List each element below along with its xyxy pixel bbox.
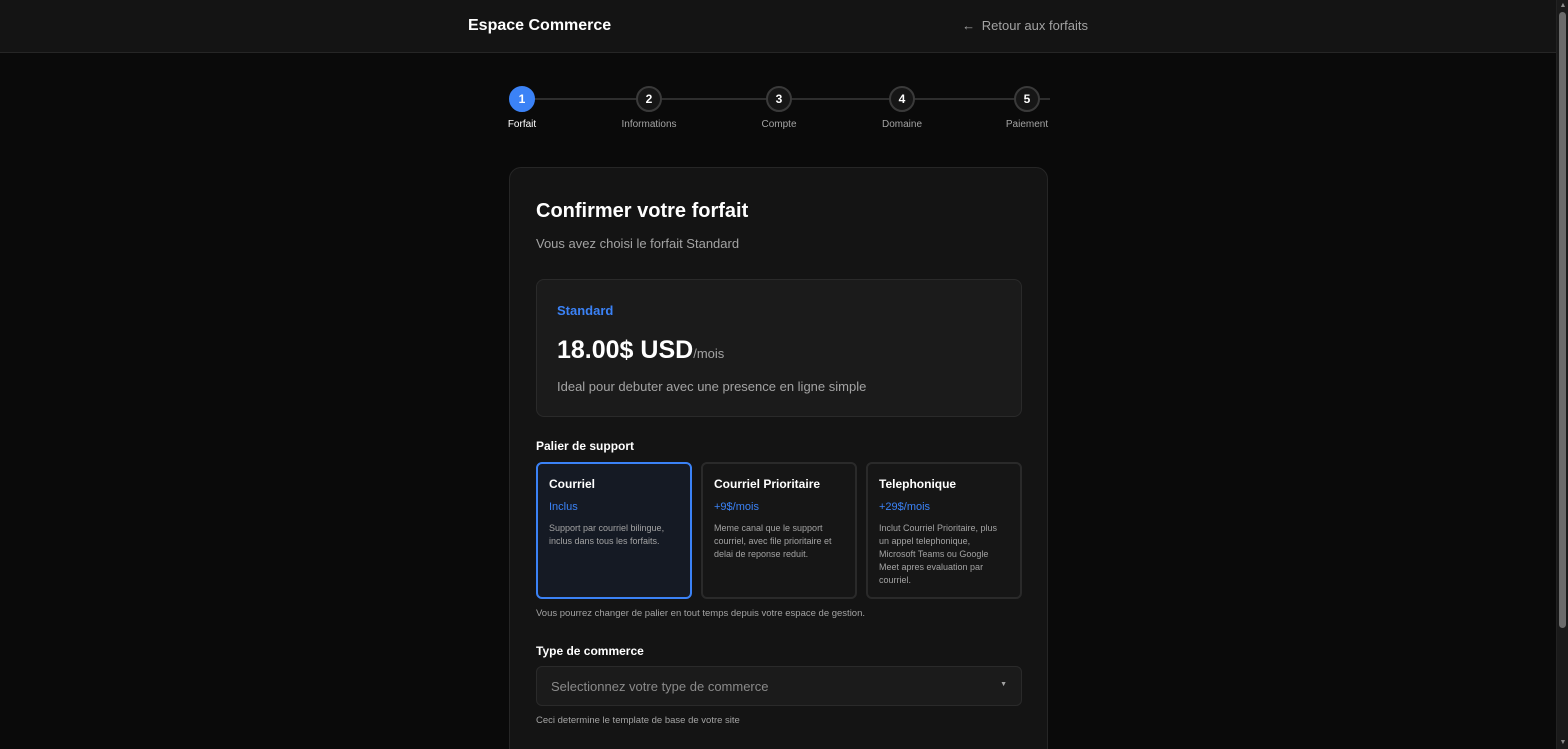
option-name: Courriel Prioritaire — [714, 477, 821, 491]
step-label: Compte — [761, 119, 797, 130]
option-name: Telephonique — [879, 477, 957, 491]
step-label: Paiement — [1005, 119, 1049, 130]
commerce-type-select[interactable]: Selectionnez votre type de commerce ▼ — [536, 666, 1022, 706]
plan-description: Ideal pour debuter avec une presence en … — [557, 379, 867, 394]
option-description: Meme canal que le support courriel, avec… — [714, 523, 832, 559]
page-title: Confirmer votre forfait — [536, 200, 749, 222]
arrow-left-icon: ← — [962, 18, 976, 33]
plan-confirmation-card: Confirmer votre forfait Vous avez choisi… — [509, 167, 1048, 749]
support-option-telephonique[interactable]: Telephonique +29$/mois Inclut Courriel P… — [866, 462, 1022, 599]
support-tier-label: Palier de support — [536, 439, 635, 453]
page: Espace Commerce ← Retour aux forfaits 1 … — [0, 0, 1568, 749]
support-option-courriel[interactable]: Courriel Inclus Support par courriel bil… — [536, 462, 692, 599]
brand-title: Espace Commerce — [468, 17, 612, 34]
step-compte: 3 Compte — [729, 86, 829, 130]
commerce-helper-text: Ceci determine le template de base de vo… — [536, 715, 740, 726]
step-number: 5 — [1014, 86, 1040, 112]
step-informations: 2 Informations — [599, 86, 699, 130]
step-paiement: 5 Paiement — [977, 86, 1077, 130]
scroll-down-arrow-icon[interactable]: ▼ — [1557, 737, 1568, 749]
progress-stepper: 1 Forfait 2 Informations 3 Compte 4 Doma… — [508, 86, 1050, 136]
scrollbar-thumb[interactable] — [1559, 12, 1566, 628]
step-label: Forfait — [507, 119, 537, 130]
commerce-type-placeholder: Selectionnez votre type de commerce — [551, 679, 769, 694]
page-subtitle: Vous avez choisi le forfait Standard — [536, 236, 740, 251]
selected-plan-summary: Standard 18.00$ USD/mois Ideal pour debu… — [536, 279, 1022, 417]
scroll-up-arrow-icon[interactable]: ▲ — [1557, 0, 1568, 12]
step-number: 2 — [636, 86, 662, 112]
top-header: Espace Commerce ← Retour aux forfaits — [0, 0, 1556, 53]
option-price: Inclus — [549, 501, 578, 513]
back-to-plans-link[interactable]: ← Retour aux forfaits — [962, 18, 1088, 33]
support-option-courriel-prioritaire[interactable]: Courriel Prioritaire +9$/mois Meme canal… — [701, 462, 857, 599]
plan-period: /mois — [693, 346, 725, 361]
step-number: 1 — [509, 86, 535, 112]
back-link-label: Retour aux forfaits — [981, 18, 1088, 33]
plan-name: Standard — [557, 303, 614, 318]
support-helper-text: Vous pourrez changer de palier en tout t… — [536, 608, 866, 619]
chevron-down-icon: ▼ — [1000, 681, 1007, 688]
option-description: Support par courriel bilingue, inclus da… — [549, 523, 665, 546]
page-scrollbar[interactable]: ▲ ▼ — [1556, 0, 1568, 749]
plan-price: 18.00$ USD — [557, 336, 694, 364]
step-label: Informations — [621, 119, 677, 130]
step-forfait: 1 Forfait — [472, 86, 572, 130]
step-label: Domaine — [881, 119, 923, 130]
support-tier-options: Courriel Inclus Support par courriel bil… — [536, 462, 1022, 599]
step-domaine: 4 Domaine — [852, 86, 952, 130]
option-description: Inclut Courriel Prioritaire, plus un app… — [879, 523, 998, 585]
step-number: 4 — [889, 86, 915, 112]
option-price: +29$/mois — [879, 501, 931, 513]
commerce-type-label: Type de commerce — [536, 644, 644, 658]
option-price: +9$/mois — [714, 501, 759, 513]
plan-price-row: 18.00$ USD/mois — [557, 336, 724, 365]
option-name: Courriel — [549, 477, 596, 491]
step-number: 3 — [766, 86, 792, 112]
